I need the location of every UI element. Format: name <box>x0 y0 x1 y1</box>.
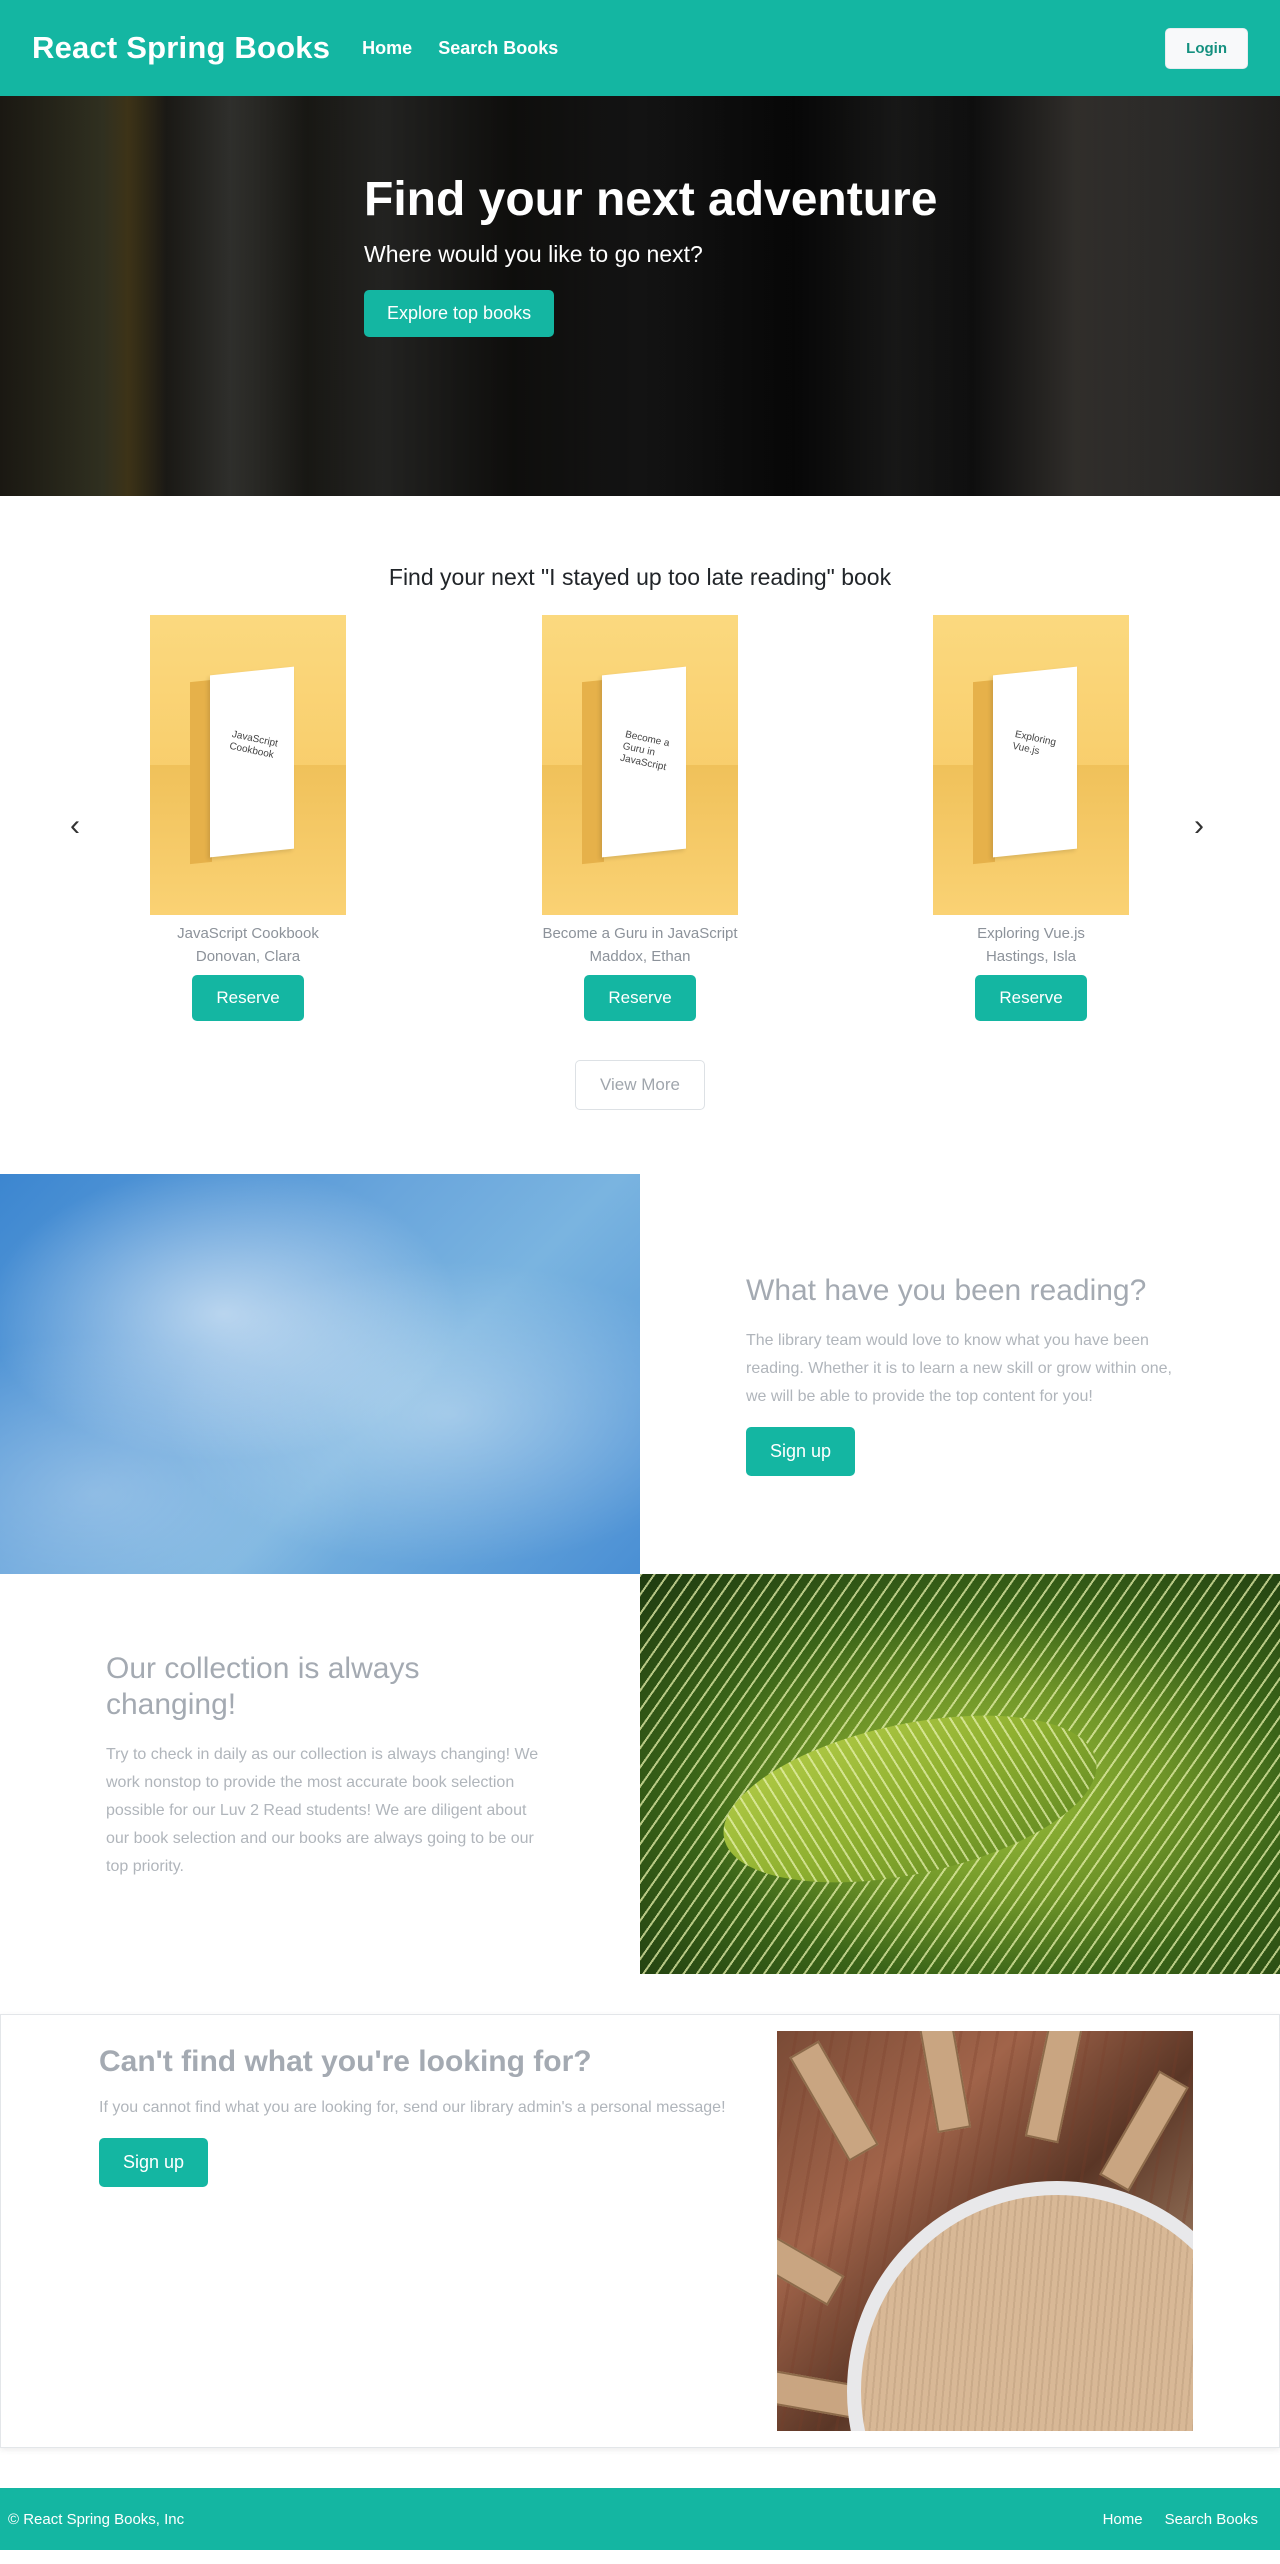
book-card: JavaScript Cookbook JavaScript Cookbook … <box>128 615 368 1021</box>
explore-top-books-button[interactable]: Explore top books <box>364 290 555 337</box>
contact-title: Can't find what you're looking for? <box>99 2045 592 2078</box>
bottom-spacer <box>0 2550 1280 2564</box>
sun-mirror-image <box>777 2031 1193 2431</box>
book-author: Donovan, Clara <box>195 948 301 965</box>
footer-link-home[interactable]: Home <box>1103 2511 1143 2528</box>
book-cover-image: Become a Guru in JavaScript <box>542 615 738 915</box>
sky-image <box>0 1174 640 1574</box>
contact-text: If you cannot find what you are looking … <box>99 2099 726 2116</box>
reading-feature-row: What have you been reading? The library … <box>0 1174 1280 1574</box>
brand-logo[interactable]: React Spring Books <box>32 30 330 66</box>
book-title: Exploring Vue.js <box>977 925 1085 942</box>
collection-title: Our collection is always changing! <box>106 1652 420 1721</box>
reserve-button[interactable]: Reserve <box>975 975 1087 1021</box>
book-carousel: ‹ JavaScript Cookbook JavaScript Cookboo… <box>0 615 1280 1033</box>
nav-link-home[interactable]: Home <box>362 38 412 59</box>
book-card: Become a Guru in JavaScript Become a Gur… <box>520 615 760 1021</box>
carousel-next-icon[interactable]: › <box>1194 811 1204 841</box>
collection-text: Try to check in daily as our collection … <box>106 1746 539 1875</box>
reserve-button[interactable]: Reserve <box>584 975 696 1021</box>
view-more-wrapper: View More <box>0 1060 1280 1110</box>
book-carousel-section: Find your next "I stayed up too late rea… <box>0 496 1280 1174</box>
book-card: Exploring Vue.js Exploring Vue.js Hastin… <box>911 615 1151 1021</box>
page-footer: © React Spring Books, Inc Home Search Bo… <box>0 2488 1280 2550</box>
login-button[interactable]: Login <box>1165 27 1248 69</box>
reading-text-block: What have you been reading? The library … <box>640 1174 1280 1574</box>
collection-text-block: Our collection is always changing! Try t… <box>0 1574 640 1974</box>
top-navbar: React Spring Books Home Search Books Log… <box>0 0 1280 96</box>
hero-content: Find your next adventure Where would you… <box>364 172 937 337</box>
carousel-heading: Find your next "I stayed up too late rea… <box>388 564 892 590</box>
reading-signup-button[interactable]: Sign up <box>746 1426 856 1476</box>
footer-links: Home Search Books <box>1103 2511 1272 2528</box>
contact-card: Can't find what you're looking for? If y… <box>0 2014 1280 2448</box>
view-more-button[interactable]: View More <box>575 1060 705 1110</box>
reading-text: The library team would love to know what… <box>746 1331 1172 1405</box>
book-author: Hastings, Isla <box>985 948 1077 965</box>
book-author: Maddox, Ethan <box>589 948 691 965</box>
carousel-prev-icon[interactable]: ‹ <box>70 811 80 841</box>
reserve-button[interactable]: Reserve <box>192 975 304 1021</box>
hero-subtitle: Where would you like to go next? <box>364 241 703 267</box>
footer-link-search-books[interactable]: Search Books <box>1165 2511 1258 2528</box>
book-cover-image: JavaScript Cookbook <box>150 615 346 915</box>
book-title: Become a Guru in JavaScript <box>542 925 738 942</box>
book-title: JavaScript Cookbook <box>177 925 319 942</box>
hero-title: Find your next adventure <box>364 173 938 226</box>
contact-signup-button[interactable]: Sign up <box>99 2138 209 2187</box>
reading-title: What have you been reading? <box>746 1273 1147 1307</box>
footer-copyright: © React Spring Books, Inc <box>8 2510 185 2528</box>
nav-link-search-books[interactable]: Search Books <box>438 38 558 59</box>
leaf-image <box>640 1574 1280 1974</box>
collection-feature-row: Our collection is always changing! Try t… <box>0 1574 1280 1974</box>
book-cover-image: Exploring Vue.js <box>933 615 1129 915</box>
hero-banner: Find your next adventure Where would you… <box>0 96 1280 496</box>
